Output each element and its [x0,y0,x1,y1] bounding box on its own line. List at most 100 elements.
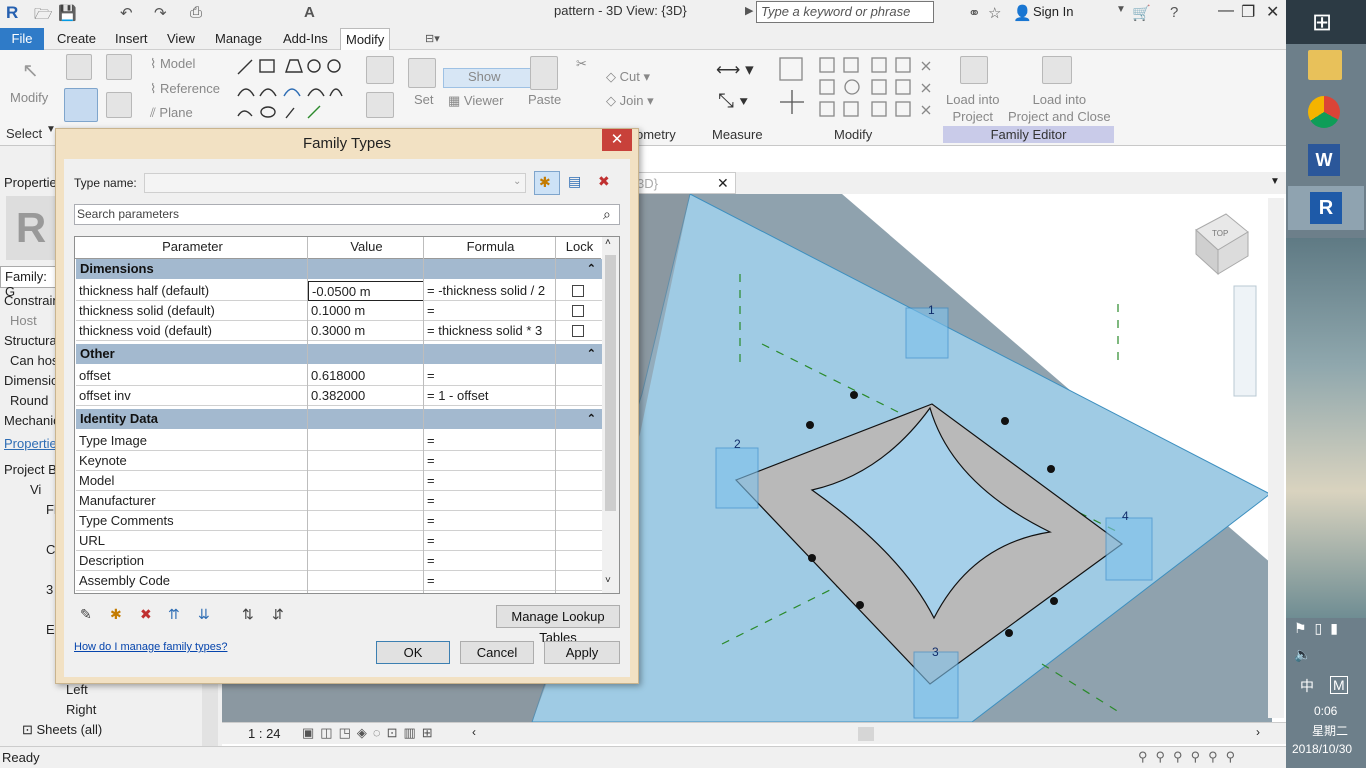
tree-sheets[interactable]: ⊡ Sheets (all) [22,722,102,738]
table-row[interactable]: Type Image = [76,431,602,451]
move-down-icon[interactable]: ⇊ [198,606,210,623]
table-row[interactable]: thickness void (default) 0.3000 m = thickn… [76,321,602,341]
rename-type-icon[interactable]: ▤ [568,173,581,190]
minimize-icon[interactable]: — [1218,2,1234,20]
star-icon[interactable]: ☆ [988,4,1001,22]
load-into-project-close-icon[interactable] [1042,56,1072,84]
edit-parameter-icon[interactable]: ✎ [80,606,92,623]
parameter-value[interactable] [308,531,424,551]
help-icon[interactable]: ? [1170,4,1178,21]
parameter-value[interactable] [308,511,424,531]
navigation-bar[interactable] [1233,285,1257,397]
viewer-button[interactable]: ▦ Viewer [448,93,503,109]
manage-lookup-tables-button[interactable]: Manage Lookup Tables [496,605,620,645]
open-icon[interactable]: 🗁 [34,4,53,29]
show-button[interactable]: Show [443,68,531,88]
revit-logo-icon[interactable]: R [6,3,18,23]
parameter-value[interactable] [308,431,424,451]
modify-button[interactable]: Modify [10,90,48,105]
sort-ascending-icon[interactable]: ⇅ [242,606,254,623]
chrome-icon[interactable] [1308,96,1340,128]
grid-scrollbar[interactable]: ˄ ˅ [602,237,619,593]
start-button[interactable]: ⊞ [1286,0,1366,44]
ime-mode[interactable]: M [1330,676,1348,694]
workplane-icon[interactable] [366,56,394,84]
properties-help-link[interactable]: Propertie [4,436,57,451]
parameter-formula[interactable]: = -thickness solid / 2 [424,281,556,301]
tray-icons[interactable]: ⚑▯▮ [1294,620,1346,637]
move-up-icon[interactable]: ⇈ [168,606,180,623]
parameter-formula[interactable]: = [424,511,556,531]
menu-manage[interactable]: Manage [210,28,267,50]
table-row[interactable]: URL = [76,531,602,551]
paste-button[interactable]: Paste [528,92,561,107]
type-name-select[interactable]: ⌄ [144,173,526,193]
draw-tools-icon[interactable] [234,56,346,122]
horizontal-scrollbar-thumb[interactable] [858,727,874,741]
parameter-value[interactable] [308,451,424,471]
parameter-value[interactable]: 0.618000 [308,366,424,386]
close-window-icon[interactable]: ✕ [1266,2,1279,22]
view-scale[interactable]: 1 : 24 [248,726,281,741]
clipboard-icon[interactable] [530,56,558,90]
table-row[interactable]: offset inv 0.382000 = 1 - offset [76,386,602,406]
tree-views[interactable]: Vi [30,482,41,497]
parameter-formula[interactable]: = 1 - offset [424,386,556,406]
plane-button[interactable]: ⫽ Plane [150,105,193,121]
tab-menu-icon[interactable]: ▼ [1270,176,1280,187]
chevron-right-icon[interactable]: ▶ [745,4,753,17]
parameter-formula[interactable]: = [424,431,556,451]
sort-descending-icon[interactable]: ⇵ [272,606,284,623]
user-icon[interactable]: 👤 [1013,4,1032,22]
menu-file[interactable]: File [0,28,44,50]
menu-modify[interactable]: Modify [340,28,391,50]
tab-3d-view[interactable]: 3D} ✕ [632,172,736,194]
tree-elevations[interactable]: E [46,622,55,637]
join-button[interactable]: ◇ Join ▾ [606,93,654,109]
help-link[interactable]: How do I manage family types? [74,641,227,653]
select-dropdown[interactable]: Select [6,126,42,141]
clock-time[interactable]: 0:06 [1314,704,1337,718]
table-row[interactable]: Description = [76,551,602,571]
grid-scroll-thumb[interactable] [605,255,616,511]
delete-parameter-icon[interactable]: ✖ [140,606,152,623]
word-icon[interactable]: W [1308,144,1340,176]
scroll-up-icon[interactable]: ˄ [605,237,611,248]
parameter-formula[interactable]: = [424,551,556,571]
print-icon[interactable]: ⎙ [190,4,202,21]
cart-icon[interactable]: 🛒 [1132,4,1151,22]
parameter-formula[interactable]: = [424,451,556,471]
new-parameter-icon[interactable]: ✱ [110,606,122,623]
panel-toggle-icon[interactable]: ⊟▾ [420,28,445,50]
dimension-icon[interactable]: ⤡ ▾ [718,90,748,113]
parameter-formula[interactable]: = [424,491,556,511]
parameter-formula[interactable]: = [424,366,556,386]
family-selector[interactable]: Family: G [0,266,60,299]
header-lock[interactable]: Lock [555,237,601,257]
scroll-right-icon[interactable]: › [1256,725,1260,739]
file-explorer-icon[interactable] [1308,50,1342,80]
header-parameter[interactable]: Parameter [75,237,307,257]
search-input[interactable]: Type a keyword or phrase [756,1,934,23]
lock-checkbox[interactable] [572,285,584,297]
scroll-left-icon[interactable]: ‹ [472,725,476,739]
group-header[interactable]: Identity Data ⌃ [76,409,602,429]
family-types-icon[interactable] [66,54,92,80]
dialog-close-icon[interactable]: ✕ [602,129,632,151]
parameter-formula[interactable]: = [424,531,556,551]
menu-insert[interactable]: Insert [110,28,153,50]
parameter-value[interactable]: 0.1000 m [308,301,424,321]
save-icon[interactable]: 💾 [58,4,77,22]
modify-tools-icon[interactable] [776,54,936,122]
chevron-down-icon[interactable]: ▼ [1116,4,1126,15]
cancel-button[interactable]: Cancel [460,641,534,664]
table-row[interactable]: offset 0.618000 = [76,366,602,386]
table-row[interactable]: Manufacturer = [76,491,602,511]
group-header[interactable]: Dimensions ⌃ [76,259,602,279]
load-into-project-button[interactable]: Load into Project [946,91,1000,125]
parameter-value[interactable] [308,491,424,511]
parameter-formula[interactable]: = [424,471,556,491]
set-button[interactable]: Set [414,92,434,107]
collapse-icon[interactable]: ⌃ [587,344,596,364]
restore-icon[interactable]: ❐ [1241,2,1255,22]
